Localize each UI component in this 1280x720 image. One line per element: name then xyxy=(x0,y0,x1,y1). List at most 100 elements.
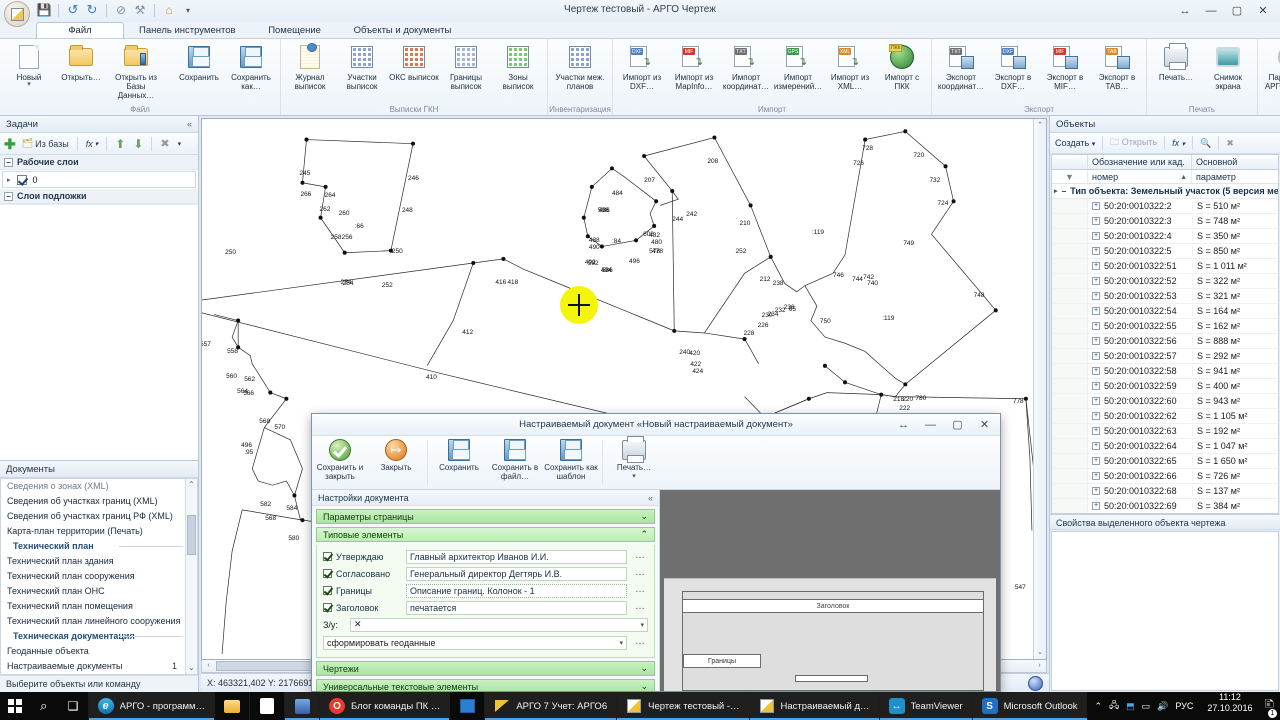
expander-icon[interactable]: + xyxy=(1092,277,1100,285)
table-row[interactable]: +50:20:0010322:4 S = 350 м² xyxy=(1052,229,1278,244)
chevron-down-icon[interactable]: ▾ xyxy=(1092,141,1096,148)
expander-icon[interactable]: + xyxy=(1092,397,1100,405)
expander-icon[interactable]: + xyxy=(1092,232,1100,240)
chevron-down-icon[interactable]: ▾ xyxy=(619,639,623,647)
row-designation-cell[interactable]: +50:20:0010322:59 xyxy=(1088,381,1192,391)
dialog-close-button[interactable]: ✕ xyxy=(971,416,998,433)
heading-checkbox[interactable] xyxy=(323,603,332,612)
expander-icon[interactable]: + xyxy=(1092,352,1100,360)
layer-row[interactable]: ▸ 0 xyxy=(2,171,196,188)
chevron-up-icon[interactable]: ⌃ xyxy=(640,529,648,540)
taskbar-item[interactable] xyxy=(214,692,249,720)
documents-scrollbar[interactable]: ⌃ ⌄ xyxy=(185,479,197,674)
table-row[interactable]: +50:20:0010322:63 S = 192 м² xyxy=(1052,424,1278,439)
expander-icon[interactable]: + xyxy=(1092,442,1100,450)
heading-more-button[interactable]: … xyxy=(632,601,648,615)
list-item[interactable]: Технический план ОНС xyxy=(1,584,197,599)
row-designation-cell[interactable]: +50:20:0010322:4 xyxy=(1088,231,1192,241)
ribbon-button-print[interactable]: Печать… xyxy=(1150,41,1202,82)
table-row[interactable]: +50:20:0010322:65 S = 1 650 м² xyxy=(1052,454,1278,469)
create-object-button[interactable]: Создать ▾ xyxy=(1055,138,1095,148)
chevron-down-icon[interactable]: ⌄ xyxy=(640,663,648,674)
expander-icon[interactable]: + xyxy=(1092,202,1100,210)
search-icon[interactable]: 🔍 xyxy=(1200,138,1211,149)
taskbar-item[interactable]: Настраиваемый д… xyxy=(748,692,879,720)
close-button[interactable]: ↦ Закрыть xyxy=(368,436,424,489)
scroll-right-icon[interactable]: › xyxy=(1033,660,1046,672)
tab-toolbar-panel[interactable]: Панель инструментов xyxy=(124,22,251,38)
windows-start-icon[interactable] xyxy=(0,692,29,720)
table-row[interactable]: +50:20:0010322:60 S = 943 м² xyxy=(1052,394,1278,409)
ribbon-button-extract-journal[interactable]: Журнал выписок xyxy=(284,41,336,91)
properties-panel-body[interactable] xyxy=(1051,531,1279,691)
approve-input[interactable]: Главный архитектор Иванов И.И. xyxy=(406,549,627,564)
list-item[interactable]: Геоданные объекта xyxy=(1,644,197,659)
from-database-button[interactable]: 🗂 Из базы xyxy=(20,137,71,150)
list-item[interactable]: Сведения об участках границ (XML) xyxy=(1,494,197,509)
ribbon-button-import-measurements[interactable]: GPS ↴ Импорт измерений… xyxy=(772,41,824,91)
taskbar-item[interactable] xyxy=(249,692,284,720)
ribbon-button-import-pkk[interactable]: Импорт с ПКК xyxy=(876,41,928,91)
tab-file[interactable]: Файл xyxy=(36,22,124,38)
grid-header[interactable]: Обозначение или кад. номер ▲ Основной па… xyxy=(1052,155,1278,182)
table-row[interactable]: +50:20:0010322:57 S = 292 м² xyxy=(1052,349,1278,364)
scroll-down-icon[interactable]: ⌄ xyxy=(1034,646,1046,659)
canvas-vertical-scrollbar[interactable]: ⌃ ⌄ xyxy=(1033,119,1046,659)
section-drawings[interactable]: Чертежи ⌄ xyxy=(316,661,655,676)
section-page-parameters[interactable]: Параметры страницы ⌄ xyxy=(316,509,655,524)
ribbon-button-save-as[interactable]: Сохранить как… xyxy=(225,41,277,91)
expander-icon[interactable]: + xyxy=(1092,487,1100,495)
ribbon-button-extract-parcels[interactable]: Участки выписок xyxy=(336,41,388,91)
borders-input[interactable]: Описание границ. Колонок - 1 xyxy=(406,583,627,598)
chevron-down-icon[interactable]: ▾ xyxy=(95,140,99,148)
window-controls[interactable]: ↔ — ▢ ✕ xyxy=(1172,2,1276,19)
close-button[interactable]: ✕ xyxy=(1250,2,1276,19)
row-designation-cell[interactable]: +50:20:0010322:56 xyxy=(1088,336,1192,346)
chevron-down-icon[interactable]: ▾ xyxy=(176,139,184,149)
heading-input[interactable]: печатается xyxy=(406,600,627,615)
notifications-icon[interactable]: 🗈 1 xyxy=(1258,692,1280,720)
grid-header-main-param[interactable]: Основной параметр xyxy=(1192,155,1278,182)
expander-icon[interactable]: + xyxy=(1092,382,1100,390)
pin-ribbon-icon[interactable]: ↔ xyxy=(1172,2,1198,19)
tab-premises[interactable]: Помещение xyxy=(251,22,339,38)
list-item[interactable]: Технический план помещения xyxy=(1,599,197,614)
table-row[interactable]: +50:20:0010322:2 S = 510 м² xyxy=(1052,199,1278,214)
row-designation-cell[interactable]: +50:20:0010322:52 xyxy=(1088,276,1192,286)
row-designation-cell[interactable]: +50:20:0010322:3 xyxy=(1088,216,1192,226)
ribbon-button-import-dxf[interactable]: DXF ↴ Импорт из DXF… xyxy=(616,41,668,91)
geodata-more-button[interactable]: … xyxy=(632,636,648,650)
ribbon-button-new[interactable]: Новый ▾ xyxy=(3,41,55,88)
row-designation-cell[interactable]: +50:20:0010322:51 xyxy=(1088,261,1192,271)
ribbon-button-import-xml[interactable]: XML ↴ Импорт из XML… xyxy=(824,41,876,91)
volume-icon[interactable]: 🔊 xyxy=(1157,701,1168,712)
table-row[interactable]: +50:20:0010322:53 S = 321 м² xyxy=(1052,289,1278,304)
ribbon-button-open-from-db[interactable]: Открыть из Базы Данных… xyxy=(107,41,165,100)
ribbon-button-screenshot[interactable]: Снимок экрана xyxy=(1202,41,1254,91)
scroll-up-icon[interactable]: ⌃ xyxy=(1034,119,1046,132)
scroll-down-icon[interactable]: ⌄ xyxy=(186,662,197,674)
expander-icon[interactable]: + xyxy=(1092,457,1100,465)
task-view-icon[interactable]: ❑ xyxy=(58,692,87,720)
list-item[interactable]: Карта-план территории (Печать) xyxy=(1,524,197,539)
grid-filter-row[interactable]: ▼ xyxy=(1052,170,1278,184)
system-tray[interactable]: ⌃ 🖧 ⬒ ▭ 🔊 РУС xyxy=(1087,692,1202,720)
expander-icon[interactable]: + xyxy=(1092,337,1100,345)
documents-list[interactable]: Сведения о зонах (XML) Сведения об участ… xyxy=(0,478,198,675)
scroll-up-icon[interactable]: ⌃ xyxy=(186,479,197,491)
table-row[interactable]: +50:20:0010322:68 S = 137 м² xyxy=(1052,484,1278,499)
formula-button[interactable]: fx ▾ xyxy=(84,138,101,150)
add-layer-icon[interactable]: ✚ xyxy=(4,137,16,151)
collapse-icon[interactable]: « xyxy=(648,490,653,505)
taskbar-item[interactable]: S Microsoft Outlook xyxy=(971,692,1087,720)
table-row[interactable]: +50:20:0010322:69 S = 384 м² xyxy=(1052,499,1278,513)
row-designation-cell[interactable]: +50:20:0010322:68 xyxy=(1088,486,1192,496)
document-preview-pane[interactable]: Заголовок Границы xyxy=(660,490,1000,691)
layer-group-underlay[interactable]: − Слои подложки xyxy=(0,189,198,204)
ribbon-button-extract-oks[interactable]: ОКС выписок xyxy=(388,41,440,82)
save-as-template-button[interactable]: Сохранить как шаблон xyxy=(543,436,599,489)
expander-icon[interactable]: + xyxy=(1092,472,1100,480)
tray-chevron-icon[interactable]: ⌃ xyxy=(1095,701,1103,712)
application-menu-button[interactable] xyxy=(4,1,30,27)
battery-icon[interactable]: ▭ xyxy=(1142,701,1151,712)
